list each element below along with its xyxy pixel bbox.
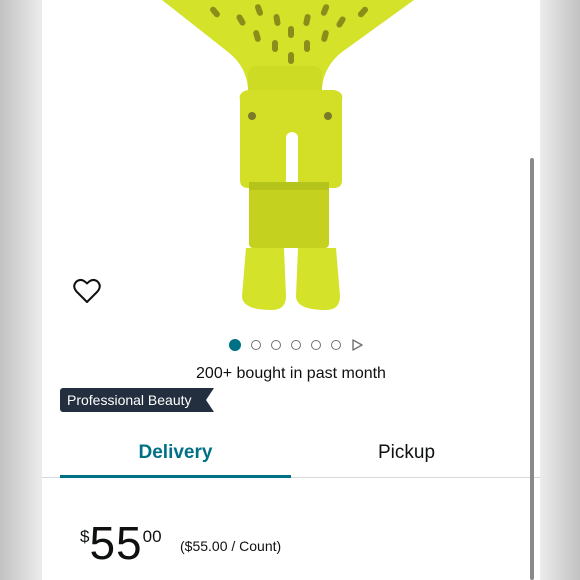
carousel-indicators (42, 338, 540, 352)
heart-outline-icon (73, 278, 101, 303)
carousel-dot-4[interactable] (291, 340, 301, 350)
carousel-dot-3[interactable] (271, 340, 281, 350)
scrollbar[interactable] (530, 158, 534, 580)
badge-tail (199, 388, 214, 412)
tab-delivery[interactable]: Delivery (60, 428, 291, 478)
bought-in-past-month: 200+ bought in past month (196, 365, 386, 382)
price-whole: 55 (89, 517, 143, 569)
tab-pickup[interactable]: Pickup (291, 428, 522, 477)
product-page: 200+ bought in past month Professional B… (42, 0, 540, 580)
professional-beauty-badge[interactable]: Professional Beauty (60, 388, 214, 412)
product-image[interactable] (42, 0, 540, 330)
carousel-dot-2[interactable] (251, 340, 261, 350)
carousel-dot-6[interactable] (331, 340, 341, 350)
price-symbol: $ (80, 527, 90, 546)
wishlist-button[interactable] (72, 276, 102, 306)
fulfillment-tabs: Delivery Pickup (42, 428, 540, 478)
play-icon[interactable] (351, 339, 363, 351)
price: $ 55 00 (80, 518, 162, 568)
backdrop-left (0, 0, 42, 580)
badge-label: Professional Beauty (60, 388, 200, 412)
price-section: $ 55 00 ($55.00 / Count) (42, 478, 540, 580)
price-fraction: 00 (142, 527, 162, 546)
backdrop-right (540, 0, 580, 580)
carousel-dot-1[interactable] (229, 339, 241, 351)
carousel-dot-5[interactable] (311, 340, 321, 350)
unit-price: ($55.00 / Count) (180, 538, 282, 554)
